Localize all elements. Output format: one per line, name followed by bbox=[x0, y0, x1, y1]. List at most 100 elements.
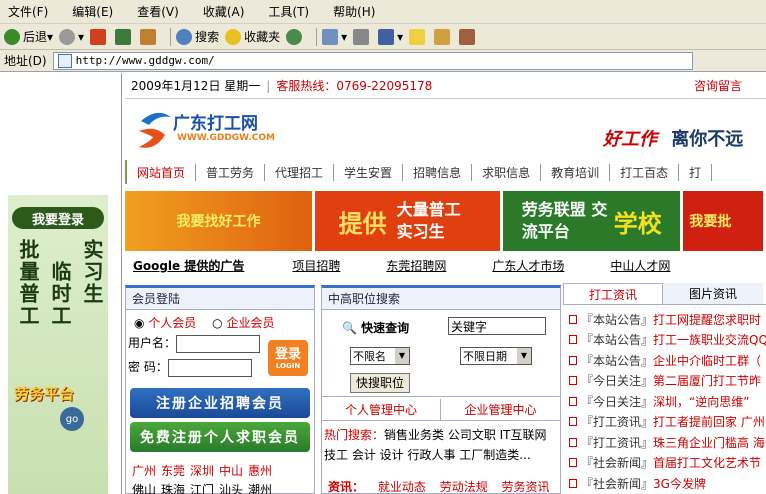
banner-batch[interactable]: 我要批 bbox=[683, 191, 763, 251]
keyword-input[interactable]: 关键字 bbox=[448, 317, 546, 335]
google-ads-title[interactable]: Google 提供的广告 bbox=[133, 257, 244, 274]
favorites-button[interactable]: 收藏夹 bbox=[225, 26, 280, 48]
date-select[interactable]: 不限日期 ▼ bbox=[460, 347, 532, 365]
edit-button[interactable]: ▾ bbox=[378, 26, 403, 48]
tab-work-news[interactable]: 打工资讯 bbox=[563, 283, 663, 304]
login-button[interactable]: 登录 LOGIN bbox=[268, 340, 308, 376]
address-input[interactable]: http://www.gddgw.com/ bbox=[52, 51, 693, 70]
nav-labor[interactable]: 普工劳务 bbox=[196, 163, 266, 181]
news-item[interactable]: 『社会新闻』 3G今发牌 bbox=[563, 473, 766, 494]
news-tag: 『本站公告』 bbox=[581, 353, 654, 368]
news-item[interactable]: 『打工资讯』 珠三角企业门槛高 海 bbox=[563, 432, 766, 453]
city-link[interactable]: 汕头 bbox=[219, 481, 248, 494]
tab-photo-news[interactable]: 图片资讯 bbox=[663, 283, 763, 304]
radio-company[interactable]: ○ 企业会员 bbox=[212, 316, 274, 330]
news-item[interactable]: 『今日关注』 第二届厦门打工节昨 bbox=[563, 371, 766, 392]
city-link[interactable]: 江门 bbox=[190, 481, 219, 494]
info-link[interactable]: 就业动态 bbox=[378, 480, 426, 494]
dropdown-arrow-icon: ▼ bbox=[395, 348, 409, 364]
city-link[interactable]: 佛山 bbox=[132, 481, 161, 494]
menu-tools[interactable]: 工具(T) bbox=[268, 3, 309, 20]
left-ad-banner[interactable]: 我要登录 批量普工 临时工 实习生 劳务平台 go bbox=[8, 195, 108, 494]
research-button[interactable] bbox=[459, 26, 478, 48]
media-button[interactable] bbox=[286, 26, 305, 48]
news-item[interactable]: 『本站公告』 打工网提醒您求职时 bbox=[563, 309, 766, 330]
left-ad: 我要登录 批量普工 临时工 实习生 劳务平台 go bbox=[0, 73, 122, 494]
site-logo[interactable]: 广东打工网 WWW.GDDGW.COM bbox=[135, 107, 285, 151]
banner-provide-text: 提供 bbox=[338, 209, 387, 238]
name-select-value: 不限名 bbox=[353, 350, 386, 363]
menu-help[interactable]: 帮助(H) bbox=[333, 3, 375, 20]
forward-arrow-icon bbox=[59, 28, 76, 45]
menu-favorites[interactable]: 收藏(A) bbox=[203, 3, 245, 20]
name-select[interactable]: 不限名 ▼ bbox=[350, 347, 410, 365]
news-item[interactable]: 『今日关注』 深圳，“逆向思维” bbox=[563, 391, 766, 412]
register-personal-button[interactable]: 免费注册个人求职会员 bbox=[130, 422, 310, 452]
city-link[interactable]: 潮州 bbox=[248, 481, 277, 494]
personal-center-link[interactable]: 个人管理中心 bbox=[322, 399, 441, 420]
main-nav: 网站首页 普工劳务 代理招工 学生安置 招聘信息 求职信息 教育培训 打工百态 … bbox=[125, 160, 766, 184]
city-link[interactable]: 中山 bbox=[219, 462, 248, 479]
ad-link[interactable]: 广东人才市场 bbox=[492, 257, 564, 274]
info-link[interactable]: 劳动法规 bbox=[440, 480, 488, 494]
nav-agent-recruit[interactable]: 代理招工 bbox=[265, 163, 335, 181]
ad-link[interactable]: 中山人才网 bbox=[610, 257, 670, 274]
news-bullet-icon bbox=[569, 458, 577, 468]
home-button[interactable] bbox=[140, 26, 159, 48]
banner-alliance[interactable]: 劳务联盟 交流平台 学校 bbox=[503, 191, 681, 251]
city-link[interactable]: 珠海 bbox=[161, 481, 190, 494]
back-button[interactable]: 后退 ▾ bbox=[4, 26, 53, 48]
menu-edit[interactable]: 编辑(E) bbox=[72, 3, 113, 20]
forward-button[interactable]: ▾ bbox=[59, 26, 84, 48]
news-tag: 『本站公告』 bbox=[581, 333, 654, 348]
messenger-button[interactable] bbox=[434, 26, 453, 48]
news-item[interactable]: 『社会新闻』 首届打工文化艺术节 bbox=[563, 453, 766, 474]
discuss-button[interactable] bbox=[409, 26, 428, 48]
menu-view[interactable]: 查看(V) bbox=[137, 3, 179, 20]
refresh-button[interactable] bbox=[115, 26, 134, 48]
username-input[interactable] bbox=[176, 334, 261, 353]
consult-link[interactable]: 咨询留言 bbox=[694, 77, 742, 94]
nav-students[interactable]: 学生安置 bbox=[334, 163, 404, 181]
nav-more[interactable]: 打 bbox=[679, 163, 713, 181]
password-label: 密 码： bbox=[128, 360, 168, 374]
info-link[interactable]: 劳务资讯 bbox=[502, 480, 550, 494]
main-content: 2009年1月12日 星期一 | 客服热线：0769-22095178 咨询留言… bbox=[125, 73, 766, 494]
password-input[interactable] bbox=[167, 358, 252, 377]
banner-provide[interactable]: 提供 大量普工 实习生 bbox=[315, 191, 501, 251]
info-label: 资讯： bbox=[328, 480, 365, 494]
ad-link[interactable]: 东莞招聘网 bbox=[386, 257, 446, 274]
nav-worklife[interactable]: 打工百态 bbox=[610, 163, 680, 181]
mail-button[interactable]: ▾ bbox=[322, 26, 347, 48]
stop-icon bbox=[90, 28, 107, 45]
banner-find-job[interactable]: 我要找好工作 bbox=[125, 191, 313, 251]
print-button[interactable] bbox=[353, 26, 372, 48]
quick-search-button[interactable]: 快搜职位 bbox=[350, 373, 410, 393]
ad-link[interactable]: 项目招聘 bbox=[292, 257, 340, 274]
city-link[interactable]: 惠州 bbox=[248, 462, 277, 479]
news-item[interactable]: 『本站公告』 企业中介临时工群（ bbox=[563, 350, 766, 371]
search-button[interactable]: 搜索 bbox=[176, 26, 219, 48]
nav-jobs[interactable]: 招聘信息 bbox=[403, 163, 473, 181]
go-icon[interactable]: go bbox=[60, 407, 84, 431]
ad-login-button[interactable]: 我要登录 bbox=[12, 207, 104, 229]
keyword-value: 关键字 bbox=[451, 320, 488, 334]
search-icon bbox=[176, 28, 193, 45]
city-link[interactable]: 深圳 bbox=[190, 462, 219, 479]
nav-seekers[interactable]: 求职信息 bbox=[472, 163, 542, 181]
stop-button[interactable] bbox=[90, 26, 109, 48]
company-center-link[interactable]: 企业管理中心 bbox=[441, 399, 560, 420]
hot-search-label: 热门搜索： bbox=[324, 428, 385, 442]
register-company-button[interactable]: 注册企业招聘会员 bbox=[130, 388, 310, 418]
nav-education[interactable]: 教育培训 bbox=[541, 163, 611, 181]
banner-school-text: 学校 bbox=[613, 209, 662, 238]
news-title: 深圳，“逆向思维” bbox=[653, 394, 750, 409]
news-item[interactable]: 『本站公告』 打工一族职业交流QQ bbox=[563, 330, 766, 351]
city-link[interactable]: 广州 bbox=[132, 462, 161, 479]
news-item[interactable]: 『打工资讯』 打工者提前回家 广州 bbox=[563, 412, 766, 433]
radio-personal[interactable]: ◉ 个人会员 bbox=[134, 316, 196, 330]
nav-home[interactable]: 网站首页 bbox=[127, 163, 197, 181]
city-link[interactable]: 东莞 bbox=[161, 462, 190, 479]
menu-file[interactable]: 文件(F) bbox=[8, 3, 48, 20]
research-icon bbox=[459, 28, 476, 45]
